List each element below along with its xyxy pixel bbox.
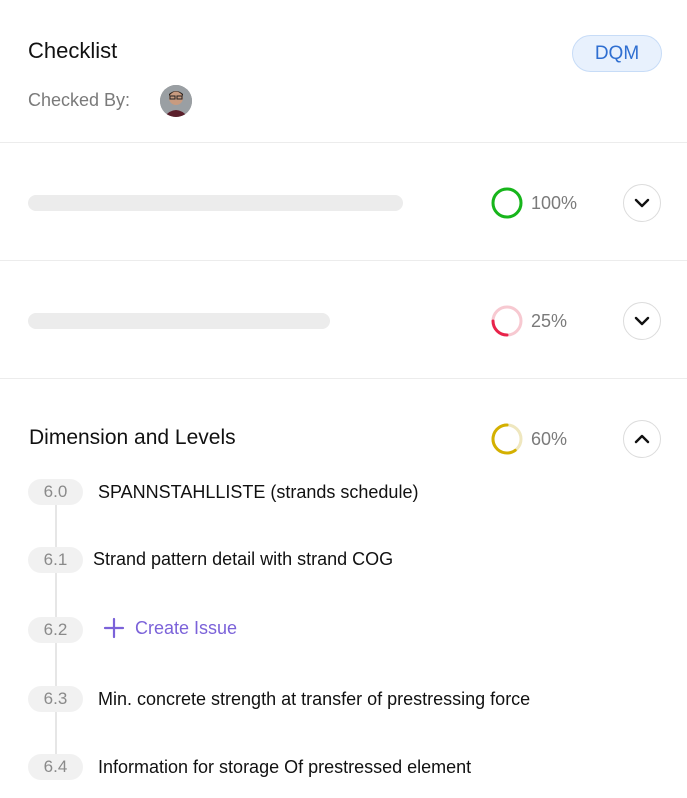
chevron-down-icon <box>634 198 650 208</box>
collapse-section-button[interactable] <box>623 420 661 458</box>
expand-section-button[interactable] <box>623 184 661 222</box>
progress-percent: 100% <box>531 193 578 213</box>
progress-ring <box>491 305 523 337</box>
section-title-placeholder <box>28 313 330 329</box>
checklist-section-1: 100% <box>0 143 687 261</box>
checked-by-label: Checked By: <box>28 90 131 110</box>
create-issue-label: Create Issue <box>135 617 238 638</box>
user-avatar[interactable] <box>160 85 192 117</box>
chevron-up-icon <box>634 434 650 444</box>
avatar-icon <box>160 85 192 117</box>
dqm-badge[interactable]: DQM <box>572 35 662 72</box>
checklist-title: Checklist <box>28 38 118 63</box>
checklist-panel: Checklist DQM Checked By: 100% 25% Dimen… <box>0 0 687 798</box>
expand-section-button[interactable] <box>623 302 661 340</box>
section-title: Dimension and Levels <box>29 426 236 449</box>
checklist-section-dimension-and-levels: Dimension and Levels 60% <box>0 379 687 798</box>
item-number: 6.4 <box>28 754 83 780</box>
item-number: 6.0 <box>28 479 83 505</box>
checklist-section-2: 25% <box>0 261 687 379</box>
create-issue-button[interactable]: Create Issue <box>103 617 237 639</box>
progress-ring <box>491 187 523 219</box>
checklist-item[interactable]: SPANNSTAHLLISTE (strands schedule) <box>98 482 418 503</box>
item-number: 6.2 <box>28 617 83 643</box>
checklist-item[interactable]: Min. concrete strength at transfer of pr… <box>98 689 530 710</box>
checklist-item[interactable]: Information for storage Of prestressed e… <box>98 757 471 778</box>
item-number: 6.1 <box>28 547 83 573</box>
checklist-header: Checklist DQM Checked By: <box>0 0 687 143</box>
item-number: 6.3 <box>28 686 83 712</box>
chevron-down-icon <box>634 316 650 326</box>
progress-percent: 25% <box>531 311 568 331</box>
progress-percent: 60% <box>531 429 568 449</box>
section-title-placeholder <box>28 195 403 211</box>
plus-icon <box>103 617 125 639</box>
progress-ring <box>491 423 523 455</box>
checklist-item[interactable]: Strand pattern detail with strand COG <box>93 549 393 570</box>
